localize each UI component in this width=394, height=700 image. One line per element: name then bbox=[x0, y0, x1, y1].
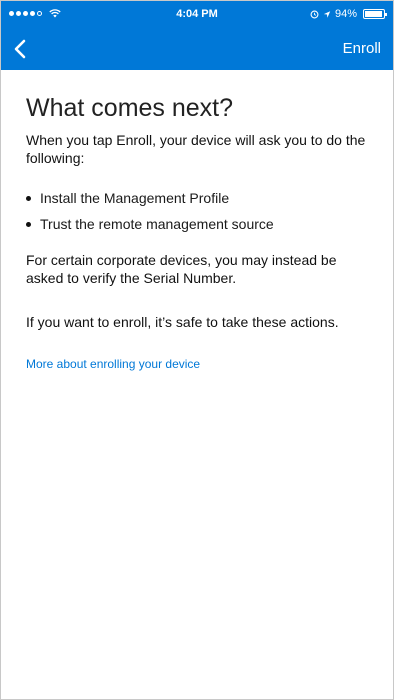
bullet-icon bbox=[26, 196, 31, 201]
steps-list: Install the Management Profile Trust the… bbox=[26, 189, 375, 233]
battery-percent: 94% bbox=[334, 8, 357, 20]
serial-number-note: For certain corporate devices, you may i… bbox=[26, 252, 337, 286]
safe-note: If you want to enroll, it’s safe to take… bbox=[26, 314, 339, 330]
chevron-left-icon bbox=[14, 39, 26, 59]
intro-text: When you tap Enroll, your device will as… bbox=[26, 132, 366, 166]
location-arrow-icon bbox=[323, 10, 331, 18]
status-bar: 4:04 PM 94% bbox=[1, 1, 393, 28]
main-content: What comes next? When you tap Enroll, yo… bbox=[26, 93, 375, 371]
list-item-label: Install the Management Profile bbox=[40, 190, 230, 206]
more-about-enrolling-link[interactable]: More about enrolling your device bbox=[26, 357, 375, 371]
battery-fill bbox=[365, 11, 382, 17]
list-item: Trust the remote management source bbox=[26, 215, 375, 233]
list-item: Install the Management Profile bbox=[26, 189, 375, 207]
enroll-button[interactable]: Enroll bbox=[343, 40, 381, 57]
list-item-label: Trust the remote management source bbox=[40, 216, 274, 232]
status-right: 94% bbox=[310, 8, 387, 20]
page-title: What comes next? bbox=[26, 94, 234, 122]
back-button[interactable] bbox=[7, 34, 37, 64]
app-screen: 4:04 PM 94% Enroll What comes next? When… bbox=[0, 0, 394, 700]
battery-icon bbox=[363, 9, 387, 19]
battery-nub bbox=[385, 13, 387, 16]
alarm-icon bbox=[310, 10, 319, 18]
navigation-bar: Enroll bbox=[1, 28, 393, 70]
bullet-icon bbox=[26, 222, 31, 227]
